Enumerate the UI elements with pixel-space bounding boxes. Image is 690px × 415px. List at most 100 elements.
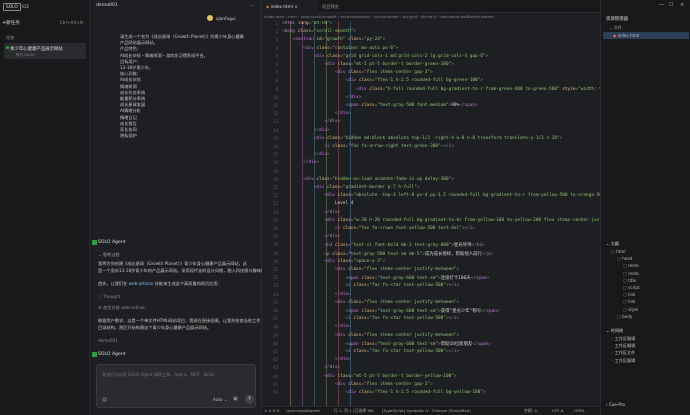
- timeline-header[interactable]: ⌄ 时间线: [606, 328, 623, 334]
- code-line[interactable]: </div>: [282, 210, 340, 215]
- close-icon[interactable]: ×: [680, 2, 684, 8]
- model-select[interactable]: Auto ⌄: [213, 397, 227, 402]
- code-line[interactable]: <div class="hidden-on-load animate-fade-…: [282, 177, 454, 182]
- send-button[interactable]: ↑: [245, 395, 254, 404]
- line-number: 17: [272, 152, 278, 158]
- code-line[interactable]: </div>: [282, 292, 351, 297]
- code-line[interactable]: <div class="flex-1 h-2.5 rounded-full bg…: [282, 390, 485, 395]
- code-line[interactable]: <div class="flex items-center justify-be…: [282, 300, 459, 305]
- timeline-item[interactable]: ◦ 工作区编辑: [611, 343, 635, 349]
- skill-usage[interactable]: ⚙ 使用技能 web-artisan: [98, 305, 146, 311]
- mention-icon[interactable]: @: [102, 397, 107, 403]
- outline-item[interactable]: ▢ html: [611, 249, 626, 254]
- thinking-toggle[interactable]: ⌄ 思考过程: [98, 252, 120, 258]
- solo-logo[interactable]: SOLO: [3, 3, 21, 11]
- code-line[interactable]: <h3 class="text-xl font-bold mb-3 text-g…: [282, 242, 484, 248]
- code-line[interactable]: <p class="text-gray-500 text-sm mb-5">成为…: [282, 251, 492, 257]
- code-line[interactable]: <i class="fas fa-star text-yellow-500"><…: [282, 283, 459, 288]
- footer-user: demo001: [98, 338, 118, 343]
- line-number: 37: [272, 316, 278, 322]
- code-line[interactable]: <section id="growth" class="py-24">: [282, 37, 386, 42]
- code-line[interactable]: <div class="flex-1 h-2.5 rounded-full bg…: [282, 78, 483, 83]
- code-line[interactable]: <div class="space-y-3">: [282, 259, 385, 264]
- code-line[interactable]: </div>: [282, 324, 351, 329]
- code-line[interactable]: <div class="absolute -top-4 left-8 px-4 …: [282, 193, 600, 198]
- outline-item[interactable]: ▢ meta: [623, 263, 639, 268]
- outline-item[interactable]: ▢ script: [623, 285, 640, 290]
- outline-item[interactable]: ▢ head: [617, 256, 632, 261]
- code-line[interactable]: <i class="fas fa-star text-yellow-500"><…: [282, 349, 459, 354]
- code-line[interactable]: </div>: [282, 95, 361, 100]
- code-line[interactable]: <div class="grid grid-cols-1 md:grid-col…: [282, 54, 489, 59]
- code-line[interactable]: <div class="flex items-center gap-3">: [282, 70, 433, 75]
- code-line[interactable]: <span class="text-gray-500 font-medium">…: [282, 103, 477, 108]
- code-line[interactable]: </div>: [282, 152, 330, 157]
- code-line[interactable]: <div class="flex items-center gap-3">: [282, 382, 433, 387]
- code-line[interactable]: <div class="gradient-border p-7 h-full">: [282, 185, 420, 190]
- code-line[interactable]: </div>: [282, 357, 351, 362]
- task-title: 青少年心健康产品展示网站: [10, 47, 63, 52]
- code-line[interactable]: <div class="mt-5 pt-5 border-t border-ye…: [282, 374, 456, 379]
- code-line[interactable]: <i class="fas fa-star text-yellow-500"><…: [282, 316, 459, 321]
- timeline-item[interactable]: ◦ 工作区文件: [611, 350, 635, 356]
- code-line[interactable]: <html lang="zh-CN">: [282, 21, 332, 26]
- language-server-status[interactable]: [TypeScript] Symbolic 0 · Chinese (Simpl…: [382, 408, 471, 413]
- line-number: 23: [272, 201, 278, 207]
- timeline-item[interactable]: ◦ 工作区编辑: [611, 336, 635, 342]
- maximize-icon[interactable]: ☐: [669, 2, 673, 8]
- code-line[interactable]: </div>: [282, 119, 340, 124]
- outline-item[interactable]: ▢ body: [617, 314, 632, 319]
- code-line[interactable]: </div>: [282, 128, 330, 133]
- tab-index-html[interactable]: ◆ index.html ×: [262, 0, 318, 13]
- code-area[interactable]: 1 <html lang="zh-CN"> 2 <body class="scroll…: [262, 21, 600, 406]
- request-line: AI情绪分析: [120, 108, 141, 114]
- code-line[interactable]: <i class="fas fa-arrow-right text-green-…: [282, 144, 454, 149]
- more-icon[interactable]: ⋯: [250, 3, 255, 9]
- code-line[interactable]: <div class="w-20 h-20 rounded-full bg-gr…: [282, 218, 600, 223]
- bottom-panel-label[interactable]: › Cue-Pro: [606, 402, 625, 407]
- code-line[interactable]: <div class="mt-5 pt-5 border-t border-gr…: [282, 62, 454, 67]
- code-line[interactable]: </div>: [282, 365, 340, 370]
- code-line[interactable]: <span class="text-gray-600 text-sm">帮助10…: [282, 341, 490, 347]
- code-editor: ◆ index.html × 项目预览 index.html › html › …: [262, 0, 600, 415]
- code-line[interactable]: <div class="hidden md:block absolute top…: [282, 136, 563, 141]
- code-line[interactable]: </div>: [282, 160, 319, 165]
- line-number: 43: [272, 365, 278, 371]
- language-mode[interactable]: HTML: [574, 408, 585, 413]
- outline-item[interactable]: ▢ style: [623, 307, 638, 312]
- code-line[interactable]: <i class="fas fa-crown text-yellow-500 t…: [282, 226, 475, 231]
- code-line[interactable]: <span class="text-gray-600 text-sm">获得"星…: [282, 308, 499, 314]
- task-item[interactable]: 青少年心健康产品展示网站 昨日 00:00: [4, 43, 86, 59]
- image-icon[interactable]: ▣: [233, 396, 238, 402]
- outline-header[interactable]: ⌄ 大纲: [606, 241, 619, 247]
- code-line[interactable]: <div class="flex items-center justify-be…: [282, 267, 459, 272]
- minimize-icon[interactable]: —: [659, 2, 664, 8]
- project-name[interactable]: demo001: [96, 3, 118, 8]
- code-line[interactable]: <body class="scroll-smooth">: [282, 29, 356, 34]
- cursor-position[interactable]: 行 1, 列 1 (已选择 96): [334, 408, 374, 414]
- timeline-item[interactable]: ◦ 工作区编辑: [611, 358, 635, 364]
- outline-item[interactable]: ▢ link: [623, 292, 635, 297]
- files-header[interactable]: ⌄ 文件: [609, 25, 622, 31]
- problems-indicator[interactable]: ⚠ 0 ⊘ 0: [264, 408, 279, 413]
- encoding[interactable]: UTF-8: [552, 408, 563, 413]
- code-line[interactable]: </div>: [282, 111, 351, 116]
- indent-spaces[interactable]: 空格: 4: [524, 408, 537, 414]
- thought-label[interactable]: ◌ Thought: [98, 294, 120, 299]
- code-line[interactable]: <span class="text-gray-600 text-sm">连续打卡…: [282, 275, 489, 281]
- outline-item[interactable]: ▢ meta: [623, 271, 639, 276]
- outline-item[interactable]: ▢ link: [623, 299, 635, 304]
- mode-label[interactable]: IDE: [22, 4, 29, 9]
- file-item-index-html[interactable]: ◆ index.html: [603, 32, 689, 39]
- chat-input[interactable]: 发送后可以用 SOLO Agent 调用工具、Agent、MCP、Skills …: [96, 364, 256, 408]
- code-line[interactable]: <div class="h-full rounded-full bg-gradi…: [282, 87, 600, 92]
- outline-item[interactable]: ▢ title: [623, 278, 636, 283]
- code-line[interactable]: <div class="flex items-center justify-be…: [282, 333, 459, 338]
- code-line[interactable]: Level 4: [282, 201, 354, 206]
- launch-item[interactable]: LaunchpadSpeed: [286, 408, 320, 413]
- new-task-button[interactable]: 新任务: [6, 20, 20, 26]
- tab-preview[interactable]: 项目预览: [318, 0, 358, 13]
- breadcrumb[interactable]: index.html › html › body.scroll-smooth ›…: [264, 14, 494, 19]
- code-line[interactable]: </div>: [282, 234, 340, 239]
- code-line[interactable]: <div class="container mx-auto px-6">: [282, 46, 398, 51]
